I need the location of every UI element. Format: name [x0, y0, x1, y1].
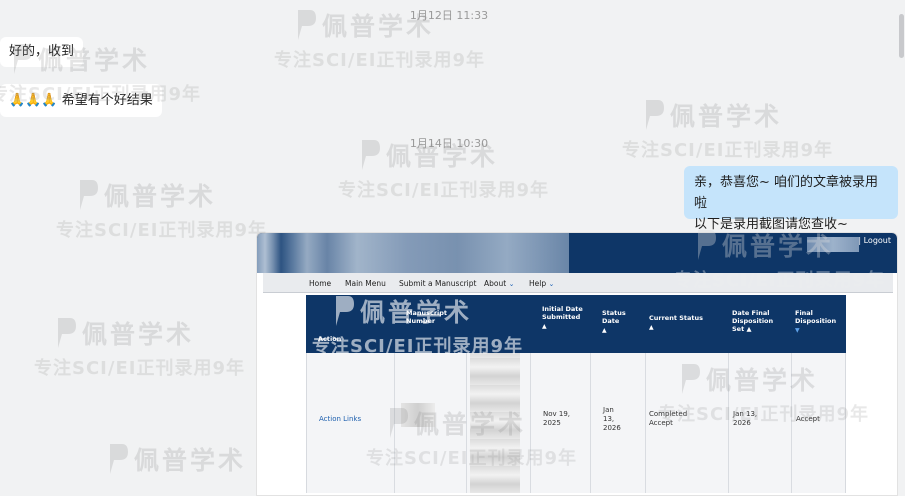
message-timestamp: 1月14日 10:30: [409, 137, 489, 150]
journal-header: | Logout: [257, 233, 897, 273]
header-action[interactable]: Action: [318, 335, 341, 343]
redacted-username: [807, 237, 859, 252]
status-date-value: Jan 13, 2026: [603, 406, 621, 432]
journal-nav: Home Main Menu Submit a Manuscript About…: [263, 273, 893, 293]
message-text-line: 亲，恭喜您~ 咱们的文章被录用啦: [694, 175, 879, 211]
sort-up-icon[interactable]: ▲: [542, 323, 584, 331]
praying-hands-emoji-icon: 🙏🙏🙏: [9, 93, 58, 108]
nav-main-menu[interactable]: Main Menu: [345, 279, 386, 288]
message-text: 希望有个好结果: [61, 93, 153, 108]
watermark-logo-icon: [80, 180, 98, 210]
nav-about[interactable]: About ⌄: [484, 279, 514, 288]
incoming-message[interactable]: 🙏🙏🙏 希望有个好结果: [0, 84, 162, 117]
header-current-status[interactable]: Current Status ▲: [649, 314, 709, 332]
chat-scrollbar[interactable]: [899, 14, 904, 58]
initial-date-submitted-value: Nov 19, 2025: [543, 410, 571, 427]
final-disposition-value: Accept: [796, 415, 820, 423]
watermark: 佩普学术 专注SCI/EI正刊录用9年: [34, 314, 245, 380]
logout-link[interactable]: | Logout: [858, 236, 891, 245]
header-final-disposition[interactable]: Final Disposition ▼: [795, 309, 841, 335]
sort-down-icon[interactable]: ▼: [795, 327, 841, 335]
nav-help[interactable]: Help ⌄: [529, 279, 554, 288]
sort-up-icon[interactable]: ▲: [746, 325, 751, 333]
current-status-value: Completed Accept: [649, 410, 688, 427]
redacted-manuscript-number: [401, 403, 435, 427]
header-initial-date-submitted[interactable]: Initial Date Submitted ▲: [542, 305, 584, 331]
message-text: 好的，收到: [9, 44, 75, 59]
incoming-message[interactable]: 好的，收到: [0, 37, 84, 67]
nav-submit-manuscript[interactable]: Submit a Manuscript: [399, 279, 476, 288]
watermark: 佩普学术 专注SCI/EI正刊录用9年: [56, 176, 267, 242]
chevron-down-icon: ⌄: [508, 280, 515, 288]
action-links[interactable]: Action Links: [319, 415, 361, 424]
sort-up-icon[interactable]: ▲: [602, 327, 632, 335]
watermark-logo-icon: [646, 100, 664, 130]
chevron-down-icon: ⌄: [548, 280, 555, 288]
redacted-journal-title: [257, 233, 569, 273]
nav-home[interactable]: Home: [309, 279, 331, 288]
watermark: 佩普学术 专注SCI/EI正刊录用9年: [622, 96, 833, 162]
submissions-table-header: Action Manuscript Number Initial Date Su…: [306, 295, 846, 353]
watermark-logo-icon: [58, 318, 76, 348]
image-message-screenshot[interactable]: | Logout Home Main Menu Submit a Manuscr…: [256, 232, 898, 496]
message-timestamp: 1月12日 11:33: [409, 9, 489, 22]
header-status-date[interactable]: Status Date ▲: [602, 309, 632, 335]
outgoing-message[interactable]: 亲，恭喜您~ 咱们的文章被录用啦 以下是录用截图请您查收~: [684, 166, 898, 232]
redacted-article-title: [470, 353, 520, 493]
sort-up-icon[interactable]: ▲: [649, 324, 709, 332]
header-manuscript-number[interactable]: Manuscript Number: [406, 309, 458, 325]
header-date-final-disposition-set[interactable]: Date Final Disposition Set ▲: [732, 309, 780, 333]
watermark-logo-icon: [110, 444, 128, 474]
date-final-disposition-value: Jan 13, 2026: [733, 410, 758, 427]
watermark: 佩普学术: [104, 440, 246, 478]
